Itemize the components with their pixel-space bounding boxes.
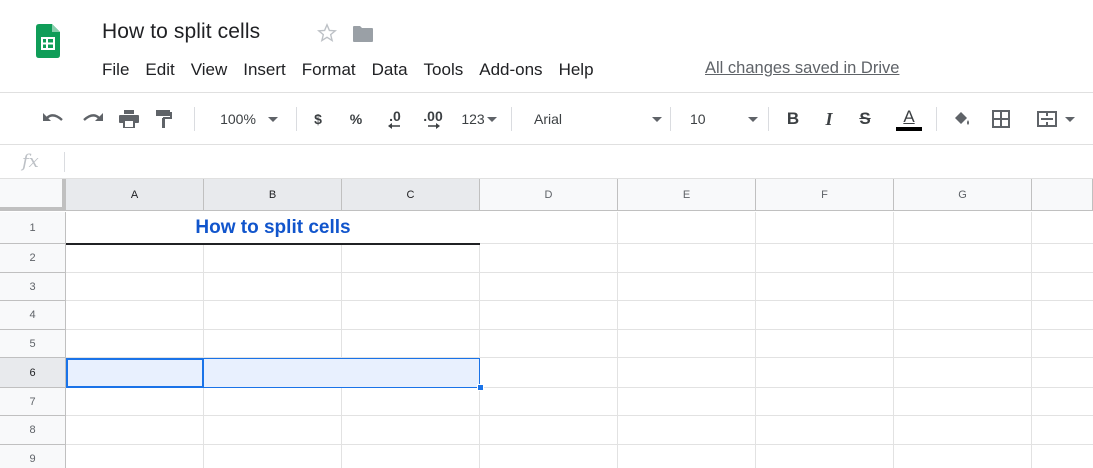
menu-insert[interactable]: Insert <box>235 58 294 82</box>
document-title[interactable]: How to split cells <box>102 20 260 44</box>
gridline <box>66 300 1093 301</box>
bold-button[interactable]: B <box>782 93 804 145</box>
toolbar-separator <box>670 107 671 131</box>
row-header-5[interactable]: 5 <box>0 330 66 358</box>
more-formats-select[interactable]: 123 <box>456 93 502 145</box>
menu-bar: File Edit View Insert Format Data Tools … <box>94 58 602 82</box>
gridline <box>203 244 204 468</box>
font-size-select[interactable]: 10 <box>686 93 758 145</box>
row-header-2[interactable]: 2 <box>0 244 66 273</box>
save-status-link[interactable]: All changes saved in Drive <box>705 59 899 78</box>
print-icon[interactable] <box>114 93 144 145</box>
italic-button[interactable]: I <box>818 93 840 145</box>
toolbar-separator <box>768 107 769 131</box>
menu-add-ons[interactable]: Add-ons <box>471 58 550 82</box>
menu-data[interactable]: Data <box>364 58 416 82</box>
font-family-select[interactable]: Arial <box>530 93 662 145</box>
zoom-value: 100% <box>220 111 256 127</box>
gridline <box>617 212 618 468</box>
gridline <box>1031 212 1032 468</box>
merge-cells-select[interactable] <box>1026 93 1086 145</box>
format-currency-button[interactable]: $ <box>308 93 328 145</box>
column-header-a[interactable]: A <box>66 179 204 211</box>
move-to-folder-icon[interactable] <box>352 25 374 43</box>
column-header-h[interactable] <box>1032 179 1093 211</box>
chevron-down-icon <box>748 116 758 122</box>
merged-cell-a1-c1[interactable]: How to split cells <box>66 212 480 244</box>
chevron-down-icon <box>267 116 278 122</box>
column-header-f[interactable]: F <box>756 179 894 211</box>
paint-format-icon[interactable] <box>150 93 178 145</box>
arrow-right-icon <box>428 123 440 129</box>
toolbar-separator <box>296 107 297 131</box>
chevron-down-icon <box>652 116 662 122</box>
column-header-b[interactable]: B <box>204 179 342 211</box>
select-all-corner[interactable] <box>0 179 66 211</box>
redo-icon[interactable] <box>78 93 108 145</box>
menu-file[interactable]: File <box>94 58 137 82</box>
row-header-9[interactable]: 9 <box>0 445 66 468</box>
star-icon[interactable] <box>316 22 338 44</box>
text-color-button[interactable]: A <box>893 93 925 145</box>
sheets-logo-icon[interactable] <box>36 24 60 74</box>
row-header-4[interactable]: 4 <box>0 301 66 330</box>
column-header-c[interactable]: C <box>342 179 480 211</box>
gridline <box>893 212 894 468</box>
chevron-down-icon <box>1065 116 1075 122</box>
gridline <box>66 415 1093 416</box>
text-color-swatch <box>896 126 922 131</box>
fill-color-icon[interactable] <box>950 93 974 145</box>
menu-view[interactable]: View <box>183 58 236 82</box>
app-header: How to split cells File Edit View Insert… <box>0 0 1093 92</box>
gridline <box>755 212 756 468</box>
gridline <box>66 444 1093 445</box>
formula-bar-separator <box>64 152 65 172</box>
arrow-left-icon <box>388 123 400 129</box>
formula-bar: fx <box>0 145 1093 179</box>
row-header-7[interactable]: 7 <box>0 388 66 416</box>
toolbar-separator <box>936 107 937 131</box>
fx-icon: fx <box>22 151 39 172</box>
chevron-down-icon <box>486 116 497 122</box>
toolbar-separator <box>511 107 512 131</box>
gridline <box>479 212 480 468</box>
menu-help[interactable]: Help <box>551 58 602 82</box>
menu-edit[interactable]: Edit <box>137 58 182 82</box>
row-header-3[interactable]: 3 <box>0 273 66 301</box>
zoom-select[interactable]: 100% <box>210 93 288 145</box>
gridline <box>66 272 1093 273</box>
formula-input[interactable] <box>74 149 1074 175</box>
row-header-8[interactable]: 8 <box>0 416 66 445</box>
cell-bottom-border <box>66 243 480 245</box>
column-header-d[interactable]: D <box>480 179 618 211</box>
gridline <box>341 244 342 468</box>
row-header-1[interactable]: 1 <box>0 212 66 244</box>
row-header-6[interactable]: 6 <box>0 358 66 388</box>
borders-icon[interactable] <box>988 93 1014 145</box>
column-header-e[interactable]: E <box>618 179 756 211</box>
menu-tools[interactable]: Tools <box>416 58 472 82</box>
merge-cells-icon <box>1037 111 1057 127</box>
active-cell[interactable] <box>66 358 204 388</box>
undo-icon[interactable] <box>38 93 68 145</box>
gridline <box>66 329 1093 330</box>
column-header-g[interactable]: G <box>894 179 1032 211</box>
decrease-decimal-button[interactable]: .0 <box>380 93 410 145</box>
toolbar-separator <box>194 107 195 131</box>
toolbar: 100% $ % .0 .00 123 Arial 10 B I S A <box>0 92 1093 145</box>
strikethrough-button[interactable]: S <box>854 93 876 145</box>
menu-format[interactable]: Format <box>294 58 364 82</box>
increase-decimal-button[interactable]: .00 <box>418 93 448 145</box>
format-percent-button[interactable]: % <box>346 93 366 145</box>
spreadsheet-grid[interactable]: A B C D E F G 1 2 3 4 5 6 7 8 9 How to s… <box>0 179 1093 468</box>
fill-handle[interactable] <box>477 384 484 391</box>
